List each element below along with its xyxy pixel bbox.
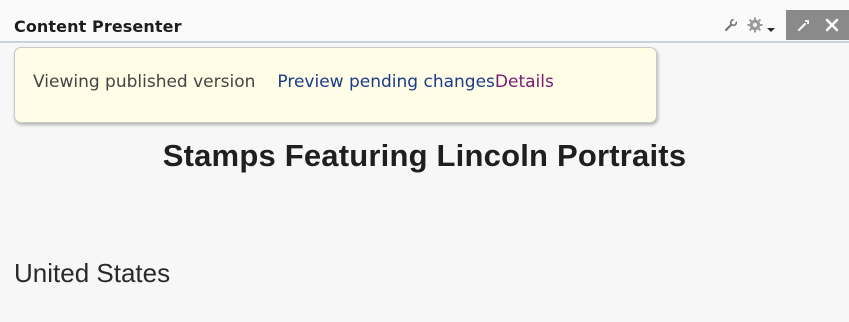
version-status-bar: Viewing published version Preview pending…: [14, 47, 657, 123]
page-title: Stamps Featuring Lincoln Portraits: [162, 138, 687, 173]
header-tools: [722, 10, 849, 40]
edit-icon[interactable]: [795, 16, 813, 34]
edit-panel: [786, 10, 849, 40]
wrench-icon[interactable]: [722, 16, 740, 34]
section-heading-united-states: United States: [14, 258, 171, 288]
gear-icon: [746, 16, 764, 34]
header-title: Content Presenter: [14, 17, 182, 36]
chevron-down-icon: [766, 21, 776, 32]
close-icon[interactable]: [823, 16, 841, 34]
gear-menu-button[interactable]: [746, 16, 776, 34]
details-link[interactable]: Details: [495, 72, 554, 92]
content-presenter-header: Content Presenter: [0, 0, 849, 43]
preview-pending-changes-link[interactable]: Preview pending changes: [277, 72, 495, 92]
version-status-line: Viewing published version Preview pending…: [33, 72, 554, 92]
version-status-text: Viewing published version: [33, 72, 256, 92]
